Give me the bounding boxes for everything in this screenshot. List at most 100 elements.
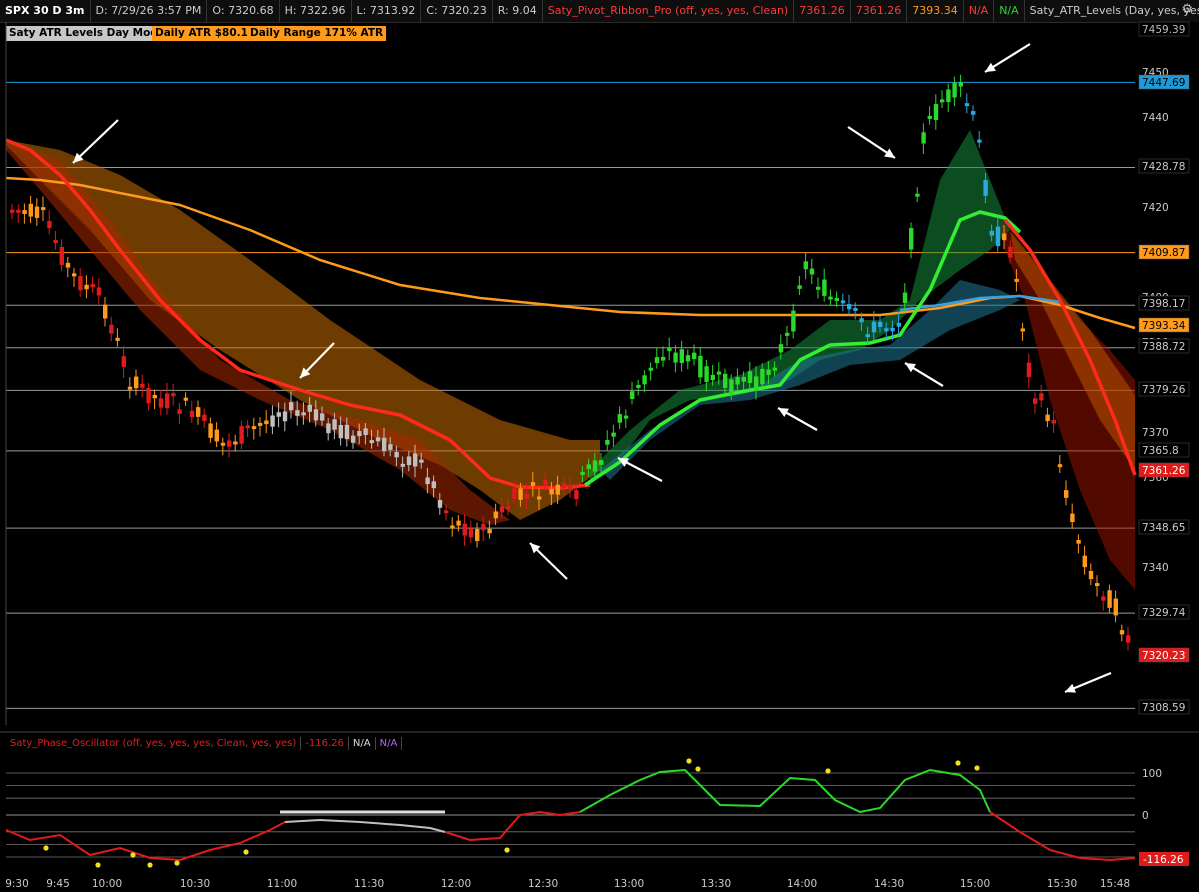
oscillator-signal-dot xyxy=(695,766,701,772)
oscillator-signal-dot xyxy=(974,765,980,771)
price-tag: 7393.34 xyxy=(1138,317,1190,333)
candle-body xyxy=(109,324,114,334)
candle-body xyxy=(909,228,914,250)
candle-body xyxy=(1082,555,1087,568)
candle-body xyxy=(282,411,288,422)
candle-body xyxy=(723,373,728,389)
candle-body xyxy=(853,307,858,311)
candle-body xyxy=(568,484,573,490)
candle-body xyxy=(177,409,182,414)
candle-body xyxy=(611,432,616,437)
candle-body xyxy=(679,349,684,364)
candle-body xyxy=(586,464,591,470)
price-tag-label: 7428.78 xyxy=(1142,161,1185,173)
price-tag-label: 7320.23 xyxy=(1142,650,1185,662)
price-tag: 7361.26 xyxy=(1138,462,1190,478)
price-tag-label: 7447.69 xyxy=(1142,77,1185,89)
price-tag-label: 7388.72 xyxy=(1142,341,1185,353)
candle-body xyxy=(803,261,808,270)
candle-body xyxy=(276,412,281,417)
price-tag: 7447.69 xyxy=(1138,74,1190,90)
annotation-arrow xyxy=(777,407,818,431)
candle-body xyxy=(710,374,715,381)
price-tag: 7428.78 xyxy=(1138,158,1190,174)
oscillator-current-tag: -116.26 xyxy=(1143,854,1184,866)
oscillator-line-red-2 xyxy=(444,814,521,842)
oscillator-line-red-4 xyxy=(989,811,1136,862)
candle-body xyxy=(518,488,523,500)
candle-body xyxy=(729,379,734,395)
oscillator-signal-dot xyxy=(147,862,153,868)
time-tick-label: 14:30 xyxy=(874,878,904,890)
candle-body xyxy=(357,430,362,437)
candle-body xyxy=(921,132,926,144)
candle-body xyxy=(766,369,771,376)
oscillator-tick-label: 0 xyxy=(1142,810,1149,822)
candle-body xyxy=(1045,414,1050,422)
candle-body xyxy=(971,111,976,115)
candle-body xyxy=(444,510,449,514)
candle-body xyxy=(437,500,443,508)
candle-body xyxy=(196,407,201,417)
candle-body xyxy=(134,376,139,389)
candle-body xyxy=(462,523,467,536)
oscillator-signal-dot xyxy=(686,758,692,764)
candle-body xyxy=(388,444,393,450)
oscillator-signal-dot xyxy=(174,860,180,866)
candle-body xyxy=(964,103,970,107)
candle-body xyxy=(65,262,71,268)
candle-body xyxy=(320,413,325,421)
price-tag-label: 7393.34 xyxy=(1142,320,1186,332)
candle-body xyxy=(747,371,753,383)
price-tick-label: 7370 xyxy=(1142,427,1169,439)
candle-body xyxy=(1095,583,1100,587)
oscillator-study-name[interactable]: Saty_Phase_Oscillator (off, yes, yes, ye… xyxy=(6,737,302,750)
price-tag-label: 7348.65 xyxy=(1142,522,1185,534)
price-tag: 7459.39 xyxy=(1138,21,1190,37)
price-tag-label: 7409.87 xyxy=(1142,247,1185,259)
candle-body xyxy=(1113,598,1118,616)
time-tick-label: 10:00 xyxy=(92,878,122,890)
time-tick-label: 12:00 xyxy=(441,878,471,890)
price-tag-label: 7329.74 xyxy=(1142,607,1186,619)
candle-body xyxy=(220,442,226,446)
candle-body xyxy=(847,304,852,310)
candle-body xyxy=(251,426,257,430)
candle-body xyxy=(648,367,653,371)
oscillator-line-gray xyxy=(284,818,446,833)
candle-body xyxy=(735,377,740,385)
candle-body xyxy=(475,529,480,542)
candle-body xyxy=(338,425,343,439)
candle-body xyxy=(983,180,988,196)
candle-body xyxy=(456,520,461,526)
time-tick-label: 9:45 xyxy=(46,878,70,890)
candle-body xyxy=(537,496,542,500)
candle-body xyxy=(258,422,263,426)
candle-body xyxy=(840,300,846,304)
candle-body xyxy=(233,441,238,445)
candle-body xyxy=(1076,539,1081,544)
candle-body xyxy=(809,268,815,275)
time-tick-label: 9:30 xyxy=(5,878,29,890)
price-axis-bg xyxy=(1137,22,1199,730)
candle-body xyxy=(940,99,945,103)
candle-body xyxy=(1033,398,1038,404)
candle-body xyxy=(419,459,424,463)
price-tick-label: 7440 xyxy=(1142,112,1169,124)
oscillator-value: -116.26 xyxy=(301,737,349,750)
candle-body xyxy=(394,452,399,458)
candle-body xyxy=(59,246,64,265)
candle-body xyxy=(487,528,492,534)
candle-body xyxy=(34,206,40,218)
candle-body xyxy=(506,506,511,510)
price-tag: 7409.87 xyxy=(1138,244,1190,260)
candle-body xyxy=(406,456,412,466)
candle-body xyxy=(1002,233,1007,241)
price-tag: 7329.74 xyxy=(1138,604,1190,620)
oscillator-signal-dot xyxy=(955,760,961,766)
price-chart[interactable]: 7450744074207410740073907380737073607340… xyxy=(0,0,1199,892)
candle-body xyxy=(400,463,405,467)
candle-body xyxy=(561,482,567,489)
candle-body xyxy=(592,460,598,472)
candle-body xyxy=(351,435,356,443)
